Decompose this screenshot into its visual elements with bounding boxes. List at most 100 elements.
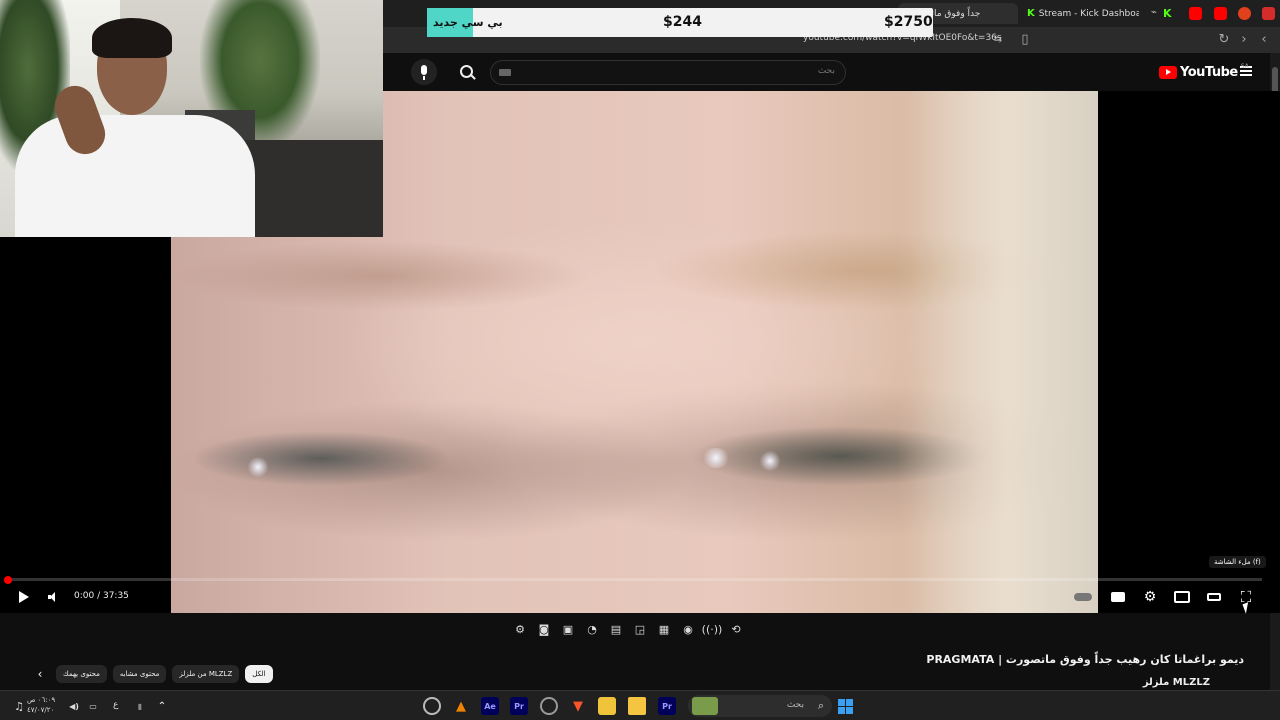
player-tools-bar: ⚙ ◙ ▣ ◔ ▤ ◲ ▦ ◉ ((·)) ⟲ [510,618,746,640]
video-content [701,448,731,468]
store-icon[interactable] [598,697,616,715]
windows-logo [837,698,853,714]
filter-icon[interactable]: ▤ [606,619,626,639]
mute-button[interactable] [46,587,60,607]
video-title: ديمو براغماتا كان رهيب جداً وفوق ماتصورت… [926,653,1244,666]
clip-icon[interactable]: ▦ [654,619,674,639]
bookmark-icon[interactable]: ▯ [1016,31,1034,49]
volume-icon [47,592,59,602]
play-icon [19,591,29,603]
subtitles-button[interactable] [1110,587,1126,607]
search-placeholder: بحث [817,66,835,76]
video-content [247,457,269,477]
app-icon[interactable] [540,697,558,715]
chevron-left-icon[interactable]: ‹ [30,664,50,684]
youtube-logo[interactable]: YouTube SA [1159,63,1249,80]
chip-from-channel[interactable]: من ملزلز MLZLZ [172,665,240,683]
promo-tag: بي سي جديد [427,8,503,37]
search-icon[interactable] [455,62,479,84]
forward-icon[interactable]: › [1235,31,1253,49]
chip-for-you[interactable]: محتوى يهمك [56,665,107,683]
chip-related[interactable]: محتوى مشابه [112,665,167,683]
premiere-icon[interactable]: Pr [658,697,676,715]
network-icon[interactable]: ▭ [84,697,102,715]
channel-name[interactable]: ملزلز MLZLZ [1143,677,1210,688]
progress-scrubber[interactable] [4,576,12,584]
clock-date[interactable]: ٤٧/٠٧/٢٠ [27,706,54,714]
taskbar-search[interactable]: بحث ⌕ [688,695,832,717]
premiere-icon[interactable]: Pr [510,697,528,715]
loop-icon[interactable]: ⟲ [726,619,746,639]
subtitles-icon [1111,592,1125,602]
brave-browser-icon[interactable]: ▼ [569,697,587,715]
tab-kick-dashboard[interactable]: K Stream - Kick Dashboard [1021,3,1139,24]
play-button[interactable] [16,587,32,607]
region-code: SA [1240,63,1249,70]
miniplayer-icon [1174,591,1190,603]
time-display: 0:00 / 37:35 [74,591,129,601]
clock-time[interactable]: ٠٦:٠٩ ص [27,696,55,704]
vlc-icon[interactable]: ▲ [452,697,470,715]
speed-icon[interactable]: ◔ [582,619,602,639]
taskbar-search-label: بحث [786,700,804,710]
picture-in-picture-icon[interactable]: ◲ [630,619,650,639]
extension-icon[interactable] [1238,7,1251,20]
kick-icon[interactable]: K [1163,7,1176,20]
chevron-up-icon[interactable]: ⌃ [153,697,171,715]
search-input[interactable]: بحث [490,60,846,85]
gear-icon[interactable]: ⚙ [510,619,530,639]
windows-logo-tile [837,698,845,706]
toggle-icon [1074,593,1092,601]
screenshot-icon[interactable]: ▣ [558,619,578,639]
microphone-icon[interactable] [411,59,437,85]
youtube-tab-icon[interactable] [1189,7,1202,20]
theater-mode-button[interactable] [1206,587,1222,607]
miniplayer-button[interactable] [1173,587,1191,607]
extension-icon[interactable] [1262,7,1275,20]
tab-label: Stream - Kick Dashboard [1038,8,1139,19]
video-content [171,241,591,311]
taskbar: ♫ ٠٦:٠٩ ص ٤٧/٠٧/٢٠ ◀) ▭ ع ▮ ⌃ ▲ Ae Pr ▼ … [0,690,1280,720]
windows-start-icon[interactable] [836,697,854,715]
search-icon: ⌕ [817,699,824,712]
youtube-tab-icon[interactable] [1214,7,1227,20]
eye-icon[interactable]: ◉ [678,619,698,639]
windows-logo-tile [845,706,853,714]
webcam-overlay [0,0,383,237]
price-low: $244 [663,14,702,30]
reload-icon[interactable]: ↻ [1215,31,1233,49]
settings-button[interactable]: ⚙ [1141,587,1159,607]
video-content [759,451,781,471]
kick-favicon-icon: K [1027,8,1035,19]
keyboard-icon[interactable] [499,69,511,76]
screen: جداً وفوق ماتصو K Stream - Kick Dashboar… [0,0,1280,720]
youtube-logo-icon [1159,66,1177,79]
mic-icon[interactable]: ▮ [131,697,149,715]
speaker-icon[interactable]: ◀) [65,697,83,715]
webcam-content [92,18,172,58]
back-icon[interactable]: ‹ [1255,31,1273,49]
price-overlay: بي سي جديد $244 $2750 [427,8,933,37]
camera-icon[interactable]: ◙ [534,619,554,639]
language-indicator[interactable]: ع [113,700,118,710]
gear-icon: ⚙ [1143,589,1157,605]
video-content [898,91,1098,613]
after-effects-icon[interactable]: Ae [481,697,499,715]
obs-icon[interactable] [423,697,441,715]
fullscreen-tooltip: ملء الشاشة (f) [1209,556,1266,568]
chip-all[interactable]: الكل [245,665,273,683]
windows-logo-tile [837,706,845,714]
recommendation-chips: ‹ محتوى يهمك محتوى مشابه من ملزلز MLZLZ … [30,664,273,684]
video-content [191,431,451,486]
file-explorer-icon[interactable] [628,697,646,715]
windows-logo-tile [845,698,853,706]
youtube-header: YouTube SA بحث [383,53,1280,91]
price-high: $2750 [884,14,933,30]
audio-icon[interactable]: ((·)) [702,619,723,639]
search-highlight-icon [692,697,718,715]
theater-icon [1207,593,1221,601]
progress-bar[interactable] [8,578,1262,581]
youtube-logo-text: YouTube [1180,65,1238,80]
autoplay-toggle[interactable] [1073,587,1093,607]
notification-bell-icon[interactable]: ♫ [10,697,28,715]
